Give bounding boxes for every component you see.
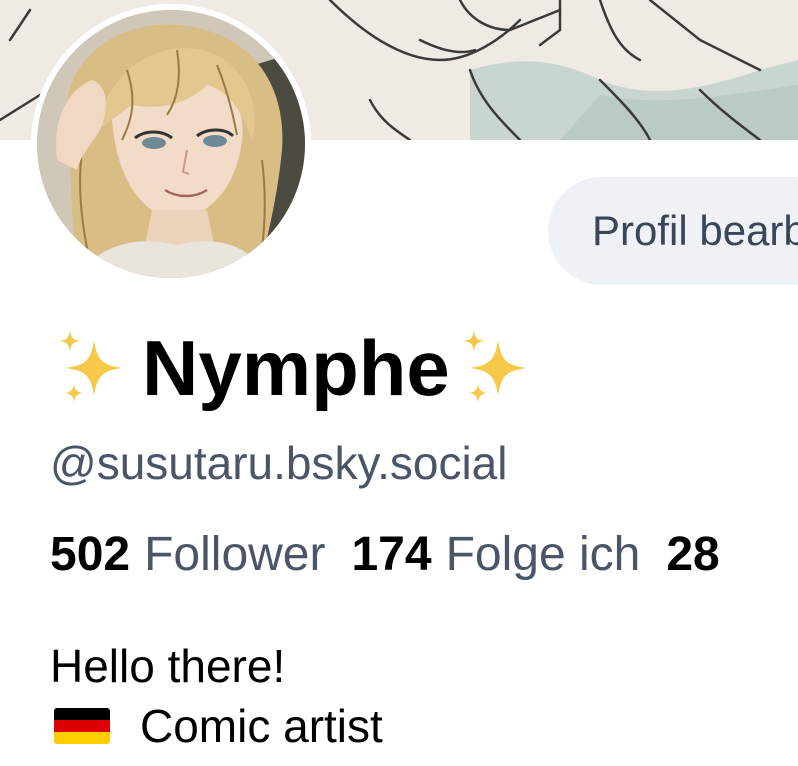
profile-bio: Hello there! Comic artist xyxy=(50,636,383,756)
avatar-image xyxy=(37,10,305,278)
germany-flag-icon xyxy=(54,708,110,744)
followers-count: 502 xyxy=(50,528,131,581)
followers-label: Follower xyxy=(144,528,326,581)
bio-text: Comic artist xyxy=(140,700,383,752)
following-stat[interactable]: 174 Folge ich xyxy=(351,527,640,582)
edit-profile-label: Profil bearbeiten xyxy=(592,207,798,254)
following-label: Folge ich xyxy=(445,528,641,581)
followers-stat[interactable]: 502 Follower xyxy=(50,527,325,582)
bio-line: Hello there! xyxy=(50,640,286,692)
profile-stats: 502 Follower 174 Folge ich 28 xyxy=(50,527,760,582)
display-name: Nymphe xyxy=(52,318,540,418)
posts-count: 28 xyxy=(666,528,720,581)
following-count: 174 xyxy=(351,528,432,581)
user-handle: @susutaru.bsky.social xyxy=(50,437,508,489)
bio-line: Comic artist xyxy=(50,696,383,756)
sparkles-icon xyxy=(456,326,540,410)
avatar[interactable] xyxy=(31,4,311,284)
display-name-text: Nymphe xyxy=(142,323,450,412)
sparkles-icon xyxy=(52,326,136,410)
edit-profile-button[interactable]: Profil bearbeiten xyxy=(548,177,798,285)
profile-page: Profil bearbeiten Nymphe @susutaru.bsky.… xyxy=(0,0,798,766)
posts-stat: 28 xyxy=(666,527,733,582)
